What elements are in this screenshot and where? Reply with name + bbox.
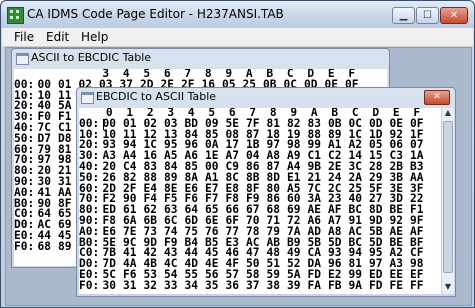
- hex-cell[interactable]: 36: [222, 280, 243, 292]
- scroll-down-arrow-icon[interactable]: ▼: [443, 282, 453, 294]
- hex-cell[interactable]: 32: [140, 280, 161, 292]
- hex-cell[interactable]: 37: [243, 280, 264, 292]
- hex-cell[interactable]: FD: [366, 280, 387, 292]
- child-close-button[interactable]: ✕: [424, 90, 450, 105]
- table-row: F0: 30 31 32 33 34 35 36 37 38 39 FA FB 9A FD FE FF: [79, 278, 441, 292]
- hex-cell[interactable]: FF: [407, 280, 428, 292]
- hex-cell[interactable]: 30: [99, 280, 120, 292]
- hex-cell[interactable]: 35: [202, 280, 223, 292]
- hex-cell[interactable]: 31: [120, 280, 141, 292]
- hex-cell[interactable]: FA: [304, 280, 325, 292]
- title-bar[interactable]: CA IDMS Code Page Editor - H237ANSI.TAB …: [1, 1, 474, 28]
- hex-cell[interactable]: FE: [386, 280, 407, 292]
- app-grid-icon: [7, 7, 24, 24]
- row-label: F0:: [14, 239, 35, 253]
- row-label: F0:: [79, 278, 100, 292]
- close-button[interactable]: ✕: [440, 7, 468, 24]
- window-icon: [81, 92, 94, 104]
- minimize-button[interactable]: ▁: [392, 7, 415, 24]
- main-window: CA IDMS Code Page Editor - H237ANSI.TAB …: [0, 0, 475, 308]
- hex-cell[interactable]: 39: [284, 280, 305, 292]
- hex-cell[interactable]: 68: [34, 241, 55, 253]
- hex-cell[interactable]: 38: [263, 280, 284, 292]
- hex-cell[interactable]: 89: [55, 241, 76, 253]
- hex-cell[interactable]: 9A: [345, 280, 366, 292]
- maximize-button[interactable]: ☐: [416, 7, 439, 24]
- ebcdic-window-title: EBCDIC to ASCII Table: [96, 90, 217, 103]
- mdi-client-area: ASCII to EBCDIC Table 3 4 5 6 7 8 9 A B C D E F 00: 00…: [5, 47, 472, 306]
- hex-cell[interactable]: 34: [181, 280, 202, 292]
- ebcdic-window-titlebar[interactable]: EBCDIC to ASCII Table ✕: [77, 88, 455, 107]
- ascii-window-title: ASCII to EBCDIC Table: [31, 51, 152, 64]
- ebcdic-hex-grid[interactable]: 0 1 2 3 4 5 6 7 8 9 A B C D E F 00: 00 01 02 03 BD 09 5E 7F 81 82 8…: [79, 108, 441, 294]
- hex-cell[interactable]: FB: [325, 280, 346, 292]
- menu-help[interactable]: Help: [81, 30, 108, 44]
- text-cursor: [103, 119, 104, 130]
- menu-file[interactable]: File: [14, 30, 34, 44]
- window-icon: [16, 53, 29, 65]
- ebcdic-to-ascii-window[interactable]: EBCDIC to ASCII Table ✕ 0123456789ABCDEF…: [76, 87, 456, 297]
- hex-cell[interactable]: 33: [161, 280, 182, 292]
- scroll-up-arrow-icon[interactable]: ▲: [443, 108, 453, 120]
- window-title: CA IDMS Code Page Editor - H237ANSI.TAB: [27, 7, 284, 21]
- vertical-scrollbar[interactable]: ▲ ▼: [441, 108, 454, 294]
- menu-bar: File Edit Help: [2, 28, 473, 47]
- scroll-thumb[interactable]: [443, 121, 453, 273]
- menu-edit[interactable]: Edit: [46, 30, 69, 44]
- ascii-window-titlebar[interactable]: ASCII to EBCDIC Table: [12, 49, 389, 68]
